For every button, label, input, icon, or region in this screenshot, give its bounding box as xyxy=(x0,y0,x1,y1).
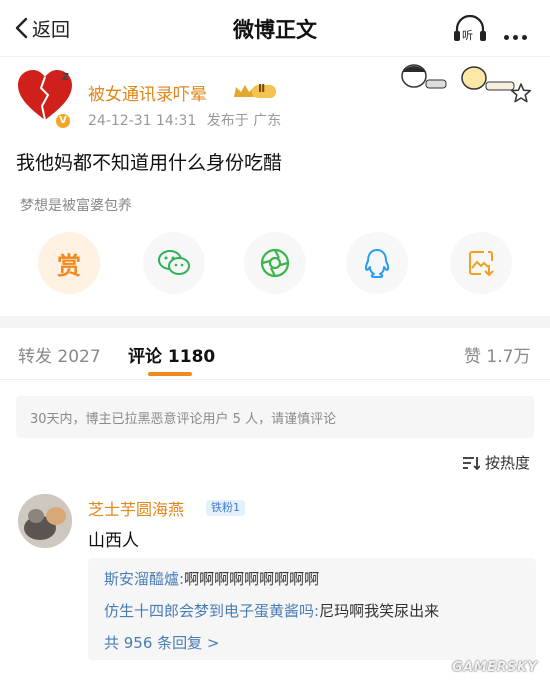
fan-level-badge[interactable]: 铁粉1 xyxy=(206,500,245,516)
active-tab-indicator xyxy=(148,372,192,376)
share-moments-button[interactable] xyxy=(244,232,306,294)
sleeping-cats-icon xyxy=(401,64,515,91)
more-options-icon[interactable] xyxy=(504,25,531,44)
post-source: 梦想是被富婆包养 xyxy=(20,198,132,214)
reply-box[interactable]: 斯安溜醯爐:啊啊啊啊啊啊啊啊啊 仿生十四郎会梦到电子蛋黄酱吗:尼玛啊我笑尿出来 … xyxy=(88,558,536,660)
post-tabs: 转发 2027 评论 1180 赞 1.7万 xyxy=(0,328,550,380)
tab-repost-label: 转发 xyxy=(18,347,52,367)
commenter-username[interactable]: 芝士芋圆海燕 xyxy=(88,496,184,520)
crown-icon xyxy=(234,85,276,98)
tab-comments-count: 1180 xyxy=(167,347,216,367)
tabs-divider xyxy=(0,379,550,380)
vip-level: Ⅱ xyxy=(258,82,266,95)
comment-notice: 30天内，博主已拉黑恶意评论用户 5 人，请谨慎评论 xyxy=(16,396,534,438)
comment-text: 山西人 xyxy=(88,531,139,551)
reward-label: 赏 xyxy=(57,251,81,280)
sort-icon xyxy=(463,456,480,470)
vip-badge[interactable]: Ⅱ xyxy=(232,82,278,100)
reply-username[interactable]: 斯安溜醯爐: xyxy=(104,570,184,588)
cat-avatar-icon xyxy=(18,494,72,548)
reply-username[interactable]: 仿生十四郎会梦到电子蛋黄酱吗: xyxy=(104,602,319,620)
author-avatar[interactable]: z V xyxy=(16,68,74,130)
nav-divider xyxy=(0,56,550,57)
tab-repost-count: 2027 xyxy=(57,347,101,367)
share-row: 赏 xyxy=(0,232,550,294)
listen-label: 听 xyxy=(462,29,473,42)
tab-comments[interactable]: 评论 1180 xyxy=(128,342,215,367)
top-nav-bar: 返回 微博正文 听 xyxy=(0,0,550,56)
post-location: 发布于 广东 xyxy=(206,113,282,129)
section-gap xyxy=(0,316,550,328)
post-body: 我他妈都不知道用什么身份吃醋 xyxy=(16,152,283,174)
save-image-button[interactable] xyxy=(450,232,512,294)
watermark: GAMERSKY xyxy=(452,660,538,675)
share-wechat-button[interactable] xyxy=(143,232,205,294)
tab-likes-count: 1.7万 xyxy=(486,347,531,367)
tab-comments-label: 评论 xyxy=(128,347,162,367)
reward-button[interactable]: 赏 xyxy=(38,232,100,294)
favorite-star-icon[interactable] xyxy=(510,82,532,104)
reply-text: 啊啊啊啊啊啊啊啊啊 xyxy=(184,570,320,588)
sort-label: 按热度 xyxy=(485,454,531,472)
share-qq-button[interactable] xyxy=(346,232,408,294)
post-meta: 24-12-31 14:31 发布于 广东 xyxy=(88,110,287,130)
decoration-cats xyxy=(392,60,522,96)
tab-repost[interactable]: 转发 2027 xyxy=(18,342,101,367)
tab-likes-label: 赞 xyxy=(464,347,481,367)
verified-badge: V xyxy=(54,112,72,130)
author-username[interactable]: 被女通讯录吓晕 xyxy=(88,80,207,105)
save-image-icon xyxy=(469,251,494,277)
wechat-icon xyxy=(158,250,190,275)
reply-item: 仿生十四郎会梦到电子蛋黄酱吗:尼玛啊我笑尿出来 xyxy=(104,600,439,621)
tab-likes[interactable]: 赞 1.7万 xyxy=(464,342,530,367)
moments-icon xyxy=(260,248,290,278)
sort-by-hot-button[interactable]: 按热度 xyxy=(462,452,530,473)
commenter-avatar[interactable] xyxy=(18,494,72,548)
more-replies-link[interactable]: 共 956 条回复 > xyxy=(104,632,220,653)
reply-text: 尼玛啊我笑尿出来 xyxy=(319,602,440,620)
svg-text:z: z xyxy=(62,69,69,83)
post-timestamp: 24-12-31 14:31 xyxy=(88,113,197,129)
fan-badge-label: 铁粉1 xyxy=(211,501,240,514)
reply-item: 斯安溜醯爐:啊啊啊啊啊啊啊啊啊 xyxy=(104,568,319,589)
qq-icon xyxy=(364,249,390,278)
listen-button[interactable]: 听 xyxy=(452,12,488,44)
